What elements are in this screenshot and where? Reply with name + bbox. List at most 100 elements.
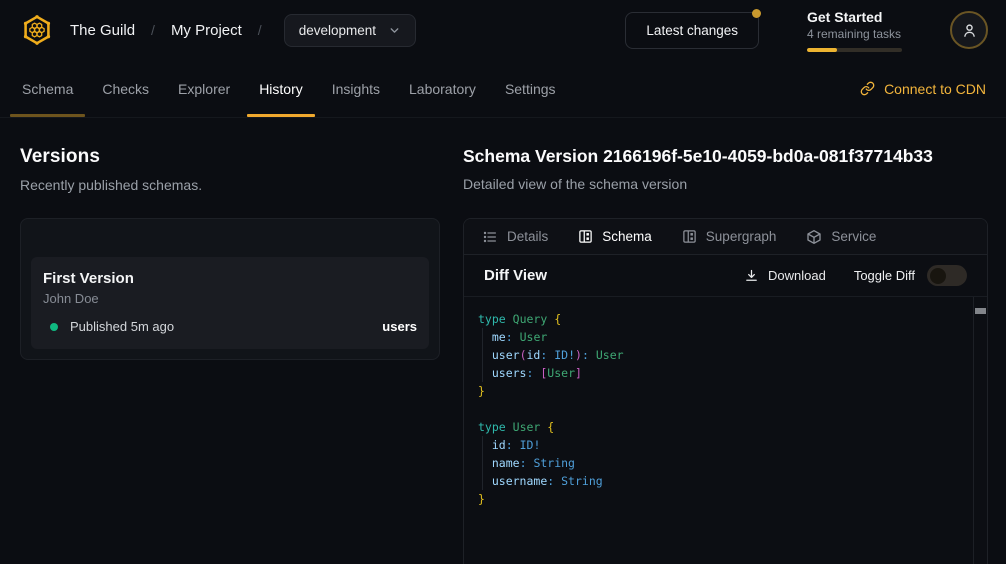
indent-guide xyxy=(482,364,483,382)
indent-guide xyxy=(482,436,483,454)
chevron-down-icon xyxy=(388,24,401,37)
list-icon xyxy=(482,229,498,245)
version-author: John Doe xyxy=(43,291,417,306)
link-icon xyxy=(860,81,875,96)
version-name: First Version xyxy=(43,270,417,287)
code-scrollbar-thumb[interactable] xyxy=(975,308,986,314)
target-selector-dropdown[interactable]: development xyxy=(284,14,416,47)
indent-guide xyxy=(482,472,483,490)
diff-view-header: Diff View Download Toggle Diff xyxy=(464,255,987,297)
detail-tab-label: Schema xyxy=(602,229,652,244)
toggle-diff-group: Toggle Diff xyxy=(854,265,967,286)
get-started-widget[interactable]: Get Started 4 remaining tasks xyxy=(807,9,902,52)
code-line: username: String xyxy=(478,472,973,490)
indent-guide xyxy=(482,454,483,472)
user-menu-button[interactable] xyxy=(950,11,988,49)
nav-tab-indicator xyxy=(90,114,161,117)
primary-nav: Schema Checks Explorer History Insights Labor… xyxy=(0,60,1006,118)
schema-version-detail: Schema Version 2166196f-5e10-4059-bd0a-0… xyxy=(463,146,988,564)
columns-icon xyxy=(682,229,697,244)
notification-dot xyxy=(752,9,761,18)
connect-to-cdn-button[interactable]: Connect to CDN xyxy=(860,81,986,97)
nav-tab-checks[interactable]: Checks xyxy=(102,60,149,117)
cube-icon xyxy=(806,229,822,245)
detail-tab-label: Details xyxy=(507,229,548,244)
code-line: name: String xyxy=(478,454,973,472)
detail-tab-details[interactable]: Details xyxy=(482,229,548,245)
download-icon xyxy=(744,268,759,283)
code-line: users: [User] xyxy=(478,364,973,382)
nav-tab-label: History xyxy=(259,81,303,97)
service-badge: users xyxy=(382,319,417,334)
code-line xyxy=(478,400,973,418)
nav-tabs: Schema Checks Explorer History Insights Labor… xyxy=(22,60,585,117)
nav-tab-explorer[interactable]: Explorer xyxy=(178,60,230,117)
schema-version-title: Schema Version 2166196f-5e10-4059-bd0a-0… xyxy=(463,146,988,167)
version-list-item[interactable]: First Version John Doe Published 5m ago … xyxy=(31,257,429,349)
download-button[interactable]: Download xyxy=(744,268,826,283)
connect-to-cdn-label: Connect to CDN xyxy=(884,81,986,97)
version-status-row: Published 5m ago users xyxy=(43,319,417,334)
schema-version-subtitle: Detailed view of the schema version xyxy=(463,176,988,192)
indent-guide xyxy=(482,346,483,364)
nav-tab-history[interactable]: History xyxy=(259,60,303,117)
breadcrumb: The Guild / My Project / development xyxy=(20,13,416,47)
toggle-knob xyxy=(930,268,946,284)
breadcrumb-separator: / xyxy=(151,22,155,38)
code-line: type User { xyxy=(478,418,973,436)
latest-changes-button[interactable]: Latest changes xyxy=(625,12,759,49)
nav-tab-label: Settings xyxy=(505,81,556,97)
published-status-dot xyxy=(50,323,58,331)
target-selector-value: development xyxy=(299,23,376,38)
code-line: user(id: ID!): User xyxy=(478,346,973,364)
code-line: } xyxy=(478,382,973,400)
nav-tab-label: Explorer xyxy=(178,81,230,97)
breadcrumb-separator: / xyxy=(258,22,262,38)
nav-tab-insights[interactable]: Insights xyxy=(332,60,380,117)
graphql-code: type Query { me: User user(id: ID!): Use… xyxy=(464,297,973,564)
indent-guide xyxy=(482,328,483,346)
nav-tab-label: Checks xyxy=(102,81,149,97)
get-started-title: Get Started xyxy=(807,9,902,25)
nav-tab-indicator xyxy=(166,114,242,117)
get-started-subtitle: 4 remaining tasks xyxy=(807,27,902,41)
nav-tab-indicator xyxy=(10,114,85,117)
detail-tab-label: Service xyxy=(831,229,876,244)
code-scrollbar[interactable] xyxy=(973,297,987,564)
versions-title: Versions xyxy=(20,146,440,168)
nav-tab-laboratory[interactable]: Laboratory xyxy=(409,60,476,117)
code-line: id: ID! xyxy=(478,436,973,454)
versions-panel: Versions Recently published schemas. Fir… xyxy=(20,146,440,564)
detail-tabs: Details Schema Supergraph Service xyxy=(464,219,987,255)
version-status-label: Published 5m ago xyxy=(70,319,174,334)
download-label: Download xyxy=(768,268,826,283)
latest-changes-label: Latest changes xyxy=(646,23,738,38)
header-actions: Latest changes Get Started 4 remaining t… xyxy=(625,9,988,52)
detail-tab-supergraph[interactable]: Supergraph xyxy=(682,229,777,244)
nav-tab-label: Schema xyxy=(22,81,73,97)
code-line: type Query { xyxy=(478,310,973,328)
columns-icon xyxy=(578,229,593,244)
nav-tab-label: Laboratory xyxy=(409,81,476,97)
nav-tab-schema[interactable]: Schema xyxy=(22,60,73,117)
detail-tab-service[interactable]: Service xyxy=(806,229,876,245)
toggle-diff-label: Toggle Diff xyxy=(854,268,915,283)
detail-tab-schema[interactable]: Schema xyxy=(578,229,652,244)
code-line: } xyxy=(478,490,973,508)
schema-code-viewer: type Query { me: User user(id: ID!): Use… xyxy=(464,297,987,564)
toggle-diff-switch[interactable] xyxy=(927,265,967,286)
versions-subtitle: Recently published schemas. xyxy=(20,177,440,193)
nav-tab-indicator xyxy=(493,114,568,117)
nav-tab-indicator xyxy=(397,114,488,117)
diff-view-title: Diff View xyxy=(484,267,547,284)
code-line: me: User xyxy=(478,328,973,346)
org-link[interactable]: The Guild xyxy=(70,22,135,39)
main-content: Versions Recently published schemas. Fir… xyxy=(0,118,1006,564)
nav-tab-settings[interactable]: Settings xyxy=(505,60,556,117)
nav-tab-indicator xyxy=(247,114,315,117)
project-link[interactable]: My Project xyxy=(171,22,242,39)
get-started-progressbar xyxy=(807,48,902,52)
hive-logo-icon[interactable] xyxy=(20,13,54,47)
nav-tab-label: Insights xyxy=(332,81,380,97)
app-header: The Guild / My Project / development Lat… xyxy=(0,0,1006,60)
